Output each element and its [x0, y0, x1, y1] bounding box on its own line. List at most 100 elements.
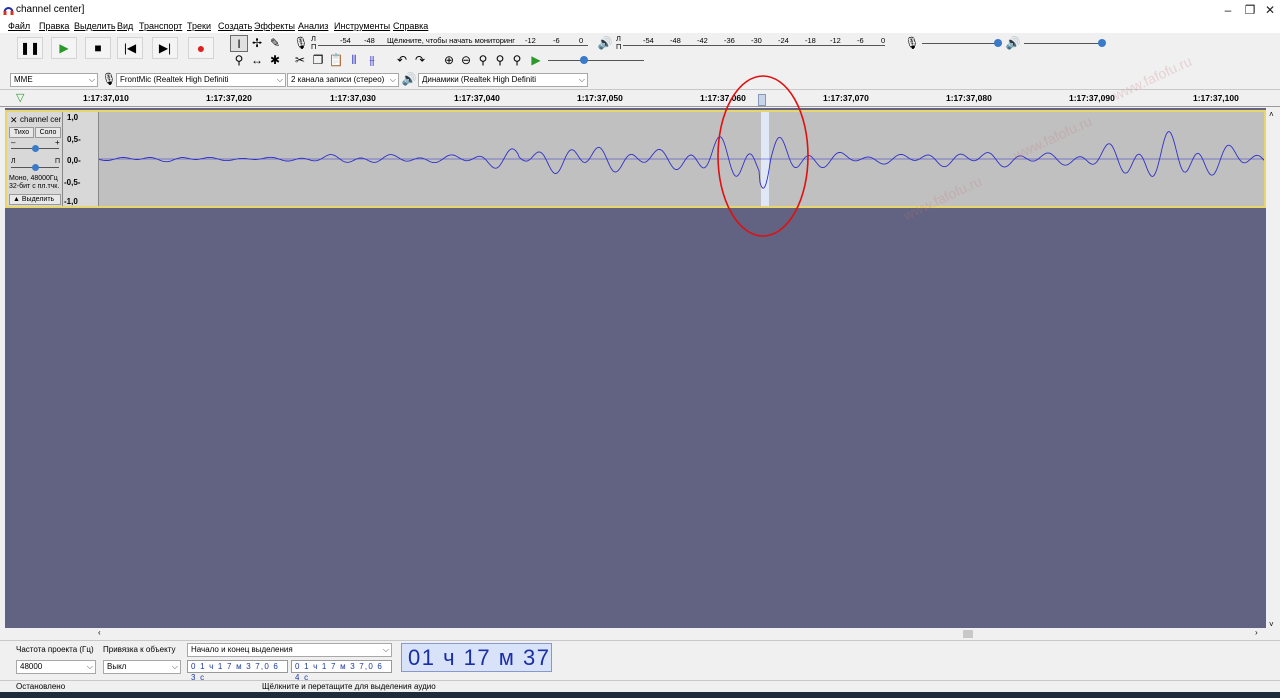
project-rate-label: Частота проекта (Гц) — [16, 645, 94, 654]
menu-edit[interactable]: Правка — [39, 21, 69, 31]
fit-selection-icon[interactable]: ⚲ — [474, 52, 492, 69]
recording-meter-scale[interactable] — [318, 45, 588, 46]
solo-button[interactable]: Соло — [35, 127, 61, 138]
scroll-right-icon[interactable]: › — [1255, 628, 1258, 637]
menu-generate[interactable]: Создать — [218, 21, 252, 31]
envelope-tool-icon[interactable]: ✢ — [248, 35, 266, 52]
selection-end-time[interactable]: 0 1 ч 1 7 м 3 7,0 6 4 с — [291, 660, 392, 682]
playback-device-select[interactable]: Динамики (Realtek High Definiti ⌵ — [418, 73, 588, 87]
play-speed-slider[interactable] — [548, 60, 644, 61]
ruler-tick-label: 1:17:37,070 — [823, 93, 869, 103]
cut-icon[interactable]: ✂ — [291, 52, 309, 69]
gain-min-label: – — [11, 138, 16, 147]
select-track-button[interactable]: ▲ Выделить — [9, 194, 61, 205]
scroll-down-icon[interactable]: ˅ — [1269, 620, 1274, 629]
track-name-menu[interactable]: channel cent — [20, 115, 61, 124]
menu-tracks[interactable]: Треки — [187, 21, 211, 31]
ruler-tick-label: 1:17:37,080 — [946, 93, 992, 103]
snap-to-select[interactable]: Выкл ⌵ — [103, 660, 181, 674]
paste-icon[interactable]: 📋 — [327, 52, 345, 69]
timeshift-tool-icon[interactable]: ↔ — [248, 52, 266, 69]
scroll-left-icon[interactable]: ‹ — [98, 628, 101, 637]
vertical-scale[interactable]: 1,0 0,5- 0,0- -0,5- -1,0 — [63, 112, 99, 206]
record-button[interactable]: ● — [188, 37, 214, 59]
audio-position-display[interactable]: 01 ч 17 м 37 с — [401, 643, 552, 697]
selection-start-time[interactable]: 0 1 ч 1 7 м 3 7,0 6 3 с — [187, 660, 288, 682]
track-format-info: Моно, 48000Гц — [9, 175, 58, 182]
project-rate-value: 48000 — [20, 662, 43, 671]
close-track-icon[interactable]: ✕ — [10, 115, 18, 126]
track-area[interactable]: ✕ channel cent Тихо Соло – + Л П Моно, 4… — [5, 75, 1266, 633]
selection-mode-value: Начало и конец выделения — [191, 645, 293, 654]
zoom-toggle-icon[interactable]: ⚲ — [508, 52, 526, 69]
meter-tick: -6 — [857, 36, 864, 45]
monitoring-prompt[interactable]: Щёлкните, чтобы начать мониторинг — [387, 36, 515, 45]
recording-volume-slider[interactable] — [922, 43, 1002, 44]
ruler-tick-label: 1:17:37,090 — [1069, 93, 1115, 103]
audio-track[interactable]: ✕ channel cent Тихо Соло – + Л П Моно, 4… — [5, 110, 1266, 208]
menu-bar: Файл Правка Выделить Вид Транспорт Треки… — [0, 20, 1280, 33]
menu-view[interactable]: Вид — [117, 21, 133, 31]
selection-tool-icon[interactable]: I — [230, 35, 248, 52]
track-control-panel: ✕ channel cent Тихо Соло – + Л П Моно, 4… — [7, 112, 63, 206]
window-title: channel center] — [16, 4, 85, 15]
menu-effects[interactable]: Эффекты — [254, 21, 295, 31]
close-button[interactable]: ✕ — [1256, 2, 1280, 18]
playback-volume-thumb[interactable] — [1098, 39, 1106, 47]
skip-to-start-button[interactable]: |◀ — [117, 37, 143, 59]
multi-tool-icon[interactable]: ✱ — [266, 52, 284, 69]
menu-file[interactable]: Файл — [8, 21, 30, 31]
pan-slider-thumb[interactable] — [32, 164, 39, 171]
play-button[interactable]: ▶ — [51, 37, 77, 59]
vertical-scrollbar[interactable]: ˄ ˅ — [1266, 108, 1280, 633]
audio-host-value: MME — [14, 75, 33, 84]
meter-tick: -42 — [697, 36, 708, 45]
timeline-ruler[interactable]: ▽ 1:17:37,010 1:17:37,020 1:17:37,030 1:… — [0, 90, 1280, 107]
ruler-tick-label: 1:17:37,040 — [454, 93, 500, 103]
zoom-tool-icon[interactable]: ⚲ — [230, 52, 248, 69]
draw-tool-icon[interactable]: ✎ — [266, 35, 284, 52]
play-speed-thumb[interactable] — [580, 56, 588, 64]
recording-volume-icon: 🎙 — [904, 36, 920, 50]
skip-to-end-button[interactable]: ▶| — [152, 37, 178, 59]
pause-button[interactable]: ❚❚ — [17, 37, 43, 59]
playback-volume-slider[interactable] — [1024, 43, 1104, 44]
stop-button[interactable]: ■ — [85, 37, 111, 59]
copy-icon[interactable]: ❐ — [309, 52, 327, 69]
scroll-up-icon[interactable]: ˄ — [1269, 110, 1274, 119]
meter-channel-right: П — [616, 42, 622, 51]
recording-volume-thumb[interactable] — [994, 39, 1002, 47]
menu-select[interactable]: Выделить — [74, 21, 116, 31]
mute-button[interactable]: Тихо — [9, 127, 34, 138]
trim-icon[interactable]: ⫴ — [345, 52, 363, 69]
play-at-speed-icon[interactable]: ▶ — [527, 52, 545, 69]
microphone-icon[interactable]: 🎙 — [292, 35, 310, 52]
recording-device-select[interactable]: FrontMic (Realtek High Definiti ⌵ — [116, 73, 286, 87]
horizontal-scroll-thumb[interactable] — [963, 630, 973, 638]
waveform[interactable] — [99, 112, 1264, 206]
menu-tools[interactable]: Инструменты — [334, 21, 390, 31]
zoom-out-icon[interactable]: ⊖ — [457, 52, 475, 69]
chevron-down-icon: ⌵ — [389, 75, 396, 84]
undo-icon[interactable]: ↶ — [393, 52, 411, 69]
speaker-icon[interactable]: 🔊 — [596, 35, 614, 52]
silence-icon[interactable]: ⫵ — [363, 52, 381, 69]
chevron-down-icon: ⌵ — [88, 75, 95, 84]
menu-analyze[interactable]: Анализ — [298, 21, 328, 31]
gain-slider-thumb[interactable] — [32, 145, 39, 152]
collapse-icon: ▲ — [13, 196, 22, 203]
meter-tick: -6 — [553, 36, 560, 45]
playback-meter-scale[interactable] — [623, 45, 885, 46]
menu-transport[interactable]: Транспорт — [139, 21, 182, 31]
audio-host-select[interactable]: MME ⌵ — [10, 73, 98, 87]
horizontal-scrollbar[interactable]: ‹ › — [5, 628, 1266, 640]
menu-help[interactable]: Справка — [393, 21, 428, 31]
fit-project-icon[interactable]: ⚲ — [491, 52, 509, 69]
redo-icon[interactable]: ↷ — [411, 52, 429, 69]
zoom-in-icon[interactable]: ⊕ — [440, 52, 458, 69]
recording-channels-select[interactable]: 2 канала записи (стерео) ⌵ — [287, 73, 399, 87]
selection-mode-select[interactable]: Начало и конец выделения ⌵ — [187, 643, 392, 657]
project-rate-select[interactable]: 48000 ⌵ — [16, 660, 96, 674]
play-head-triangle-icon[interactable]: ▽ — [16, 91, 24, 104]
scale-label: 0,0- — [67, 156, 81, 165]
